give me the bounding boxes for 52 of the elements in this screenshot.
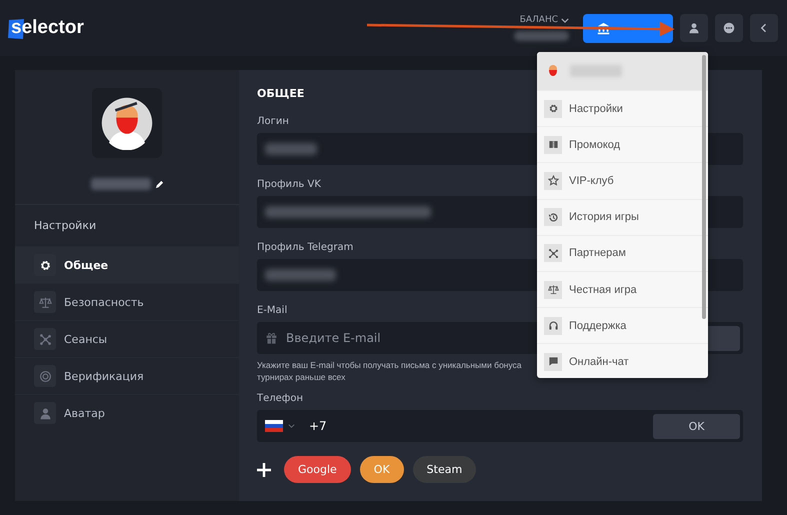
balance-dropdown[interactable]: БАЛАНС	[520, 15, 569, 25]
headset-icon	[548, 320, 558, 332]
social-button[interactable]: Steam	[412, 456, 476, 483]
menu-item[interactable]: Поддержка	[537, 307, 708, 344]
menu-item[interactable]: Онлайн-чат	[537, 343, 708, 378]
field-label: Профиль VK	[257, 179, 321, 190]
bank-icon	[597, 22, 610, 34]
network-icon	[38, 332, 52, 346]
user-icon	[688, 22, 700, 34]
history-icon	[548, 212, 558, 223]
sidebar-item[interactable]: Верификация	[15, 357, 239, 394]
blurred-text	[265, 269, 336, 281]
flag-icon	[265, 420, 283, 432]
section-title: ОБЩЕЕ	[257, 87, 306, 100]
scales-icon	[38, 296, 52, 308]
avatar-drawing	[100, 96, 154, 150]
profile-button[interactable]	[680, 14, 708, 42]
sidebar-item[interactable]: Безопасность	[15, 283, 239, 320]
placeholder-text: Введите E-mail	[286, 331, 381, 345]
gift-icon	[265, 331, 278, 345]
ok-button[interactable]: OK	[653, 414, 740, 438]
section-heading: Настройки	[33, 218, 98, 234]
chat-button[interactable]	[715, 14, 743, 42]
sidebar-item[interactable]: Аватар	[15, 394, 239, 431]
field-label: E-Mail	[257, 305, 288, 316]
field-label: Телефон	[257, 393, 304, 404]
plus-icon	[257, 462, 271, 476]
hint-text: турнирах раньше всех	[257, 371, 346, 383]
chevron-down-icon	[288, 424, 295, 428]
phone-field[interactable]: +7	[265, 410, 653, 442]
chat-bubble-icon	[723, 22, 735, 34]
shield-icon	[38, 370, 52, 382]
chat-icon	[548, 356, 558, 368]
social-button[interactable]: Google	[284, 456, 351, 483]
ticket-icon	[548, 139, 558, 150]
hint-text: Укажите ваш E-mail чтобы получать письма с уникальными бонуса	[257, 359, 522, 371]
sidebar-item[interactable]: Общее	[15, 246, 239, 283]
scales-icon	[548, 284, 558, 296]
network-icon	[548, 248, 558, 259]
gear-icon	[38, 258, 52, 272]
phone-value: +7	[309, 419, 327, 433]
field-label: Профиль Telegram	[257, 242, 354, 253]
blurred-text	[90, 178, 150, 190]
pencil-icon	[154, 180, 164, 188]
sidebar-item[interactable]: Сеансы	[15, 320, 239, 357]
field-label: Логин	[257, 116, 289, 127]
user-icon	[38, 406, 52, 420]
blurred-text	[265, 143, 318, 155]
gear-icon	[548, 103, 558, 114]
star-icon	[548, 175, 558, 186]
blurred-text	[514, 31, 569, 41]
chevron-down-icon	[561, 18, 569, 22]
